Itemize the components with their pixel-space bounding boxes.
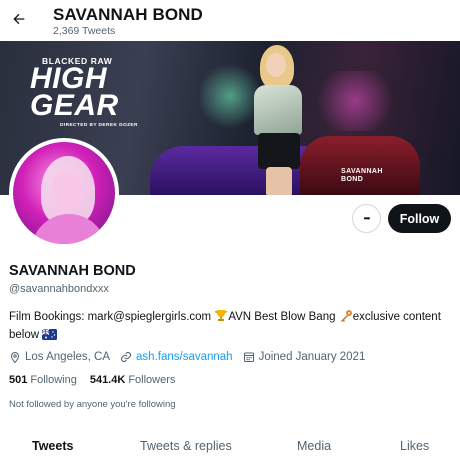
following-label: Following <box>30 374 77 386</box>
banner-car <box>300 136 420 195</box>
key-icon <box>339 309 353 327</box>
tweet-count: 2,369 Tweets <box>53 25 116 37</box>
banner-title-line: HIGH <box>30 62 107 95</box>
header-title: SAVANNAH BOND <box>53 5 203 24</box>
banner-figure <box>248 45 308 195</box>
not-followed-text: Not followed by anyone you're following <box>9 399 176 410</box>
bio-text: AVN Best Blow Bang <box>228 311 339 323</box>
banner-light <box>310 71 400 131</box>
avatar[interactable] <box>9 138 119 248</box>
location: Los Angeles, CA <box>9 351 110 364</box>
more-icon: ••• <box>363 213 370 223</box>
calendar-icon <box>243 352 254 362</box>
banner-name: SAVANNAH BOND <box>341 168 401 184</box>
link-icon <box>121 351 132 363</box>
more-options-button[interactable]: ••• <box>352 204 381 233</box>
followers-label: Followers <box>128 374 176 386</box>
website: ash.fans/savannah <box>120 351 233 363</box>
bio-text: Film Bookings: mark@spieglergirls.com <box>9 311 215 323</box>
user-handle: @savannahbondxxx <box>9 283 109 295</box>
back-button[interactable] <box>8 8 30 30</box>
banner-title-line: GEAR <box>30 89 119 122</box>
banner-name-line: SAVANNAH <box>341 168 383 175</box>
tab-likes[interactable]: Likes <box>400 439 429 453</box>
profile-tabs: Tweets Tweets & replies Media Likes <box>0 425 460 460</box>
location-text: Los Angeles, CA <box>25 351 111 363</box>
follow-counts: 501 Following 541.4K Followers <box>9 374 188 386</box>
follow-button[interactable]: Follow <box>388 204 451 233</box>
profile-meta: Los Angeles, CA ash.fans/savannah Joined… <box>9 349 375 365</box>
location-pin-icon <box>10 351 20 363</box>
banner-director: DIRECTED BY DEREK DOZER <box>60 123 138 128</box>
website-link[interactable]: ash.fans/savannah <box>136 351 233 363</box>
tab-media[interactable]: Media <box>297 439 331 453</box>
top-bar: SAVANNAH BOND 2,369 Tweets <box>0 0 460 41</box>
tab-tweets[interactable]: Tweets <box>32 439 73 453</box>
followers-link[interactable]: 541.4K Followers <box>90 374 176 386</box>
followers-count: 541.4K <box>89 374 126 386</box>
banner-title: HIGH GEAR <box>30 62 170 122</box>
banner-name-line: BOND <box>341 176 364 183</box>
trophy-icon <box>214 309 228 327</box>
australia-flag-icon <box>41 328 58 345</box>
tab-tweets-replies[interactable]: Tweets & replies <box>140 439 232 453</box>
display-name: SAVANNAH BOND <box>9 263 136 279</box>
join-date-text: Joined January 2021 <box>258 351 366 363</box>
bio: Film Bookings: mark@spieglergirls.com AV… <box>9 309 454 345</box>
arrow-left-icon <box>13 13 25 25</box>
following-count: 501 <box>9 374 28 386</box>
join-date: Joined January 2021 <box>243 351 366 363</box>
following-link[interactable]: 501 Following <box>9 374 77 386</box>
